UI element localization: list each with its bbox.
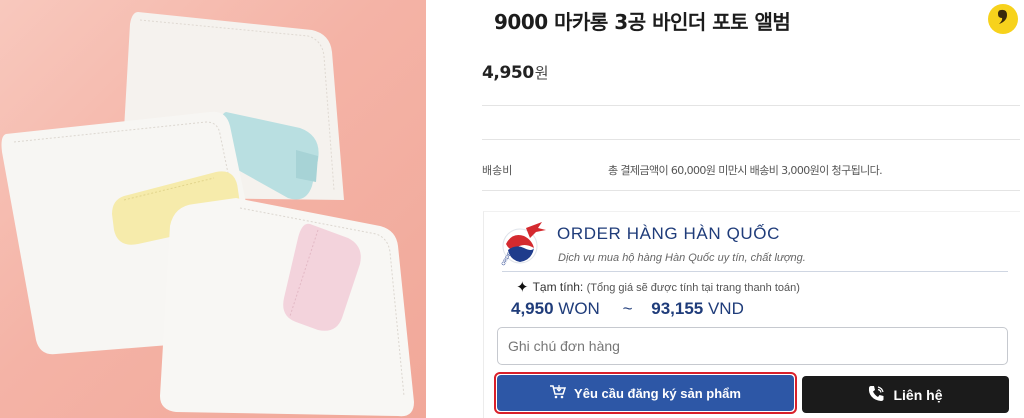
sparkle-icon: ✦ xyxy=(516,279,529,296)
binder-front xyxy=(160,198,414,417)
cart-icon xyxy=(550,384,567,402)
register-product-button[interactable]: Yêu cầu đăng ký sản phẩm xyxy=(497,375,794,411)
product-image xyxy=(0,0,426,418)
vnd-value: 93,155 xyxy=(651,299,704,318)
order-divider xyxy=(502,271,1008,272)
order-title: ORDER HÀNG HÀN QUỐC xyxy=(557,224,780,243)
vnd-unit: VND xyxy=(707,299,744,318)
phone-icon xyxy=(868,385,885,405)
order-widget: ORDER ORDER HÀNG HÀN QUỐC Dịch vụ mua hộ… xyxy=(426,0,1024,418)
order-subtitle: Dịch vụ mua hộ hàng Hàn Quốc uy tín, chấ… xyxy=(558,252,806,264)
approx-sign: ~ xyxy=(622,299,633,318)
order-note-input[interactable] xyxy=(497,327,1008,365)
estimate-amounts: 4,950 WON ~ 93,155 VND xyxy=(511,299,744,319)
won-unit: WON xyxy=(558,299,600,318)
estimate-note: (Tổng giá sẽ được tính tại trang thanh t… xyxy=(586,282,800,294)
register-button-label: Yêu cầu đăng ký sản phẩm xyxy=(574,385,741,401)
estimate-row: ✦ Tạm tính: (Tổng giá sẽ được tính tại tr… xyxy=(516,278,800,296)
contact-button[interactable]: Liên hệ xyxy=(802,376,1009,413)
order-logo-icon: ORDER xyxy=(498,218,550,268)
won-value: 4,950 xyxy=(511,299,554,318)
estimate-label: Tạm tính: xyxy=(532,280,584,294)
contact-button-label: Liên hệ xyxy=(893,386,943,403)
